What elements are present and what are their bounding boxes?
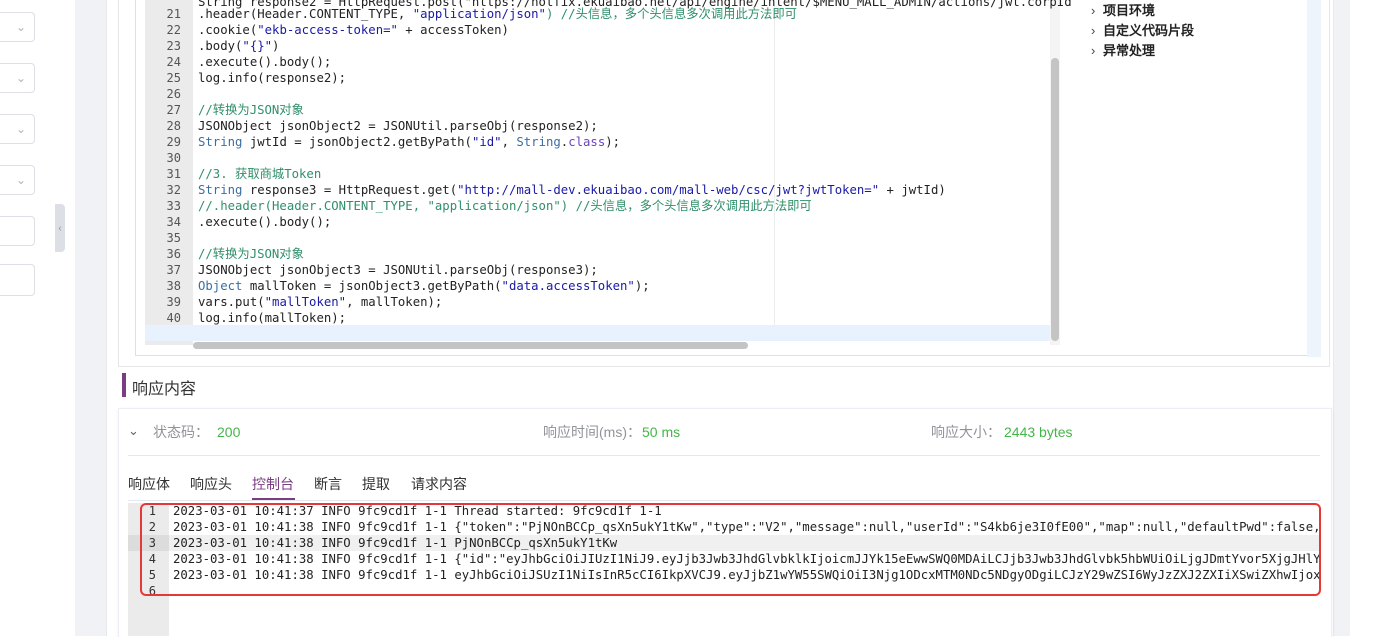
chevron-down-icon: ⌄ [15,173,26,187]
chevron-right-icon: › [1091,3,1096,18]
editor-line-number: 40 [166,311,181,325]
chevron-left-icon: ‹ [58,222,62,234]
code-line-21: .header(Header.CONTENT_TYPE, "applicatio… [198,7,797,21]
status-divider [128,455,1320,456]
code-line-34: .execute().body(); [198,215,332,229]
left-select-2[interactable]: ⌄ [0,63,35,93]
chevron-down-icon: ⌄ [15,122,26,136]
response-time-value: 50 ms [642,424,681,440]
editor-line-number: 24 [166,55,181,69]
editor-line-number: 32 [166,183,181,197]
left-select-1[interactable]: ⌄ [0,12,35,42]
tab-response-body[interactable]: 响应体 [128,474,170,494]
left-select-3[interactable]: ⌄ [0,114,35,144]
status-code-value: 200 [217,424,241,440]
tabs-baseline [128,500,1320,501]
editor-line-number: 34 [166,215,181,229]
code-line-24: .execute().body(); [198,55,332,69]
editor-gutter: 21 22 23 24 25 26 27 28 29 30 31 32 33 34 35 36 37 38 39 40… [145,0,193,345]
editor-line-number: 36 [166,247,181,261]
editor-line-number: 27 [166,103,181,117]
editor-line-number: 23 [166,39,181,53]
print-margin [774,0,775,325]
code-line-37: JSONObject jsonObject3 = JSONUtil.parseO… [198,263,598,277]
code-line-40: log.info(mallToken); [198,311,347,325]
tab-console[interactable]: 控制台 [252,474,294,494]
vertical-scrollbar[interactable] [1051,58,1059,341]
code-line-29: String jwtId = jsonObject2.getByPath("id… [198,135,621,149]
code-line-28: JSONObject jsonObject2 = JSONUtil.parseO… [198,119,598,133]
editor-line-number: 22 [166,23,181,37]
tab-response-headers[interactable]: 响应头 [190,474,232,494]
editor-line-number: 31 [166,167,181,181]
code-line-25: log.info(response2); [198,71,347,85]
editor-line-number: 33 [166,199,181,213]
left-select-4[interactable]: ⌄ [0,165,35,195]
left-input[interactable] [0,216,35,246]
collapse-handle[interactable]: ‹ [55,204,65,252]
chevron-right-icon: › [1091,43,1096,58]
editor-line-number: 21 [166,7,181,21]
chevron-down-icon: ⌄ [128,423,139,438]
editor-line-number: 28 [166,119,181,133]
code-line-31: //3. 获取商城Token [198,167,322,181]
editor-line-number: 38 [166,279,181,293]
code-line-23: .body("{}") [198,39,280,53]
editor-line-number: 25 [166,71,181,85]
editor-side-strip [1307,0,1321,357]
code-line-27: //转换为JSON对象 [198,103,304,117]
code-line-36: //转换为JSON对象 [198,247,304,261]
horizontal-scrollbar[interactable] [193,342,748,349]
editor-line-number: 39 [166,295,181,309]
tab-extract[interactable]: 提取 [362,474,390,494]
highlight-annotation-box [140,503,1321,596]
left-textarea[interactable] [0,264,35,296]
code-line-32: String response3 = HttpRequest.get("http… [198,183,946,197]
section-title: 响应内容 [132,381,197,398]
code-line-33: //.header(Header.CONTENT_TYPE, "applicat… [198,199,812,213]
tab-assertions[interactable]: 断言 [314,474,342,494]
chevron-right-icon: › [1091,23,1096,38]
editor-line-number: 26 [166,87,181,101]
chevron-down-icon: ⌄ [15,20,26,34]
editor-line-number: 37 [166,263,181,277]
active-line-highlight [145,325,1053,341]
code-line-39: vars.put("mallToken", mallToken); [198,295,443,309]
code-line-22: .cookie("ekb-access-token=" + accessToke… [198,23,509,37]
response-size-value: 2443 bytes [1004,424,1073,440]
left-panel: ⌄ ⌄ ⌄ ⌄ [0,0,55,636]
editor-line-number: 30 [166,151,181,165]
tree-item-project-env[interactable]: › 项目环境 [1091,1,1155,21]
active-tab-indicator [252,498,295,500]
status-code-label: 状态码： [153,424,209,440]
tree-item-exception-handling[interactable]: › 异常处理 [1091,41,1155,61]
editor-line-number: 35 [166,231,181,245]
tab-request-content[interactable]: 请求内容 [411,474,467,494]
chevron-down-icon: ⌄ [15,71,26,85]
tree-item-custom-snippets[interactable]: › 自定义代码片段 [1091,21,1194,41]
collapse-toggle[interactable]: ⌄ [128,422,139,442]
code-line-38: Object mallToken = jsonObject3.getByPath… [198,279,650,293]
response-time-label: 响应时间(ms)： [543,424,641,440]
editor-line-number: 29 [166,135,181,149]
response-size-label: 响应大小： [931,424,1001,440]
section-accent-bar [122,373,126,397]
